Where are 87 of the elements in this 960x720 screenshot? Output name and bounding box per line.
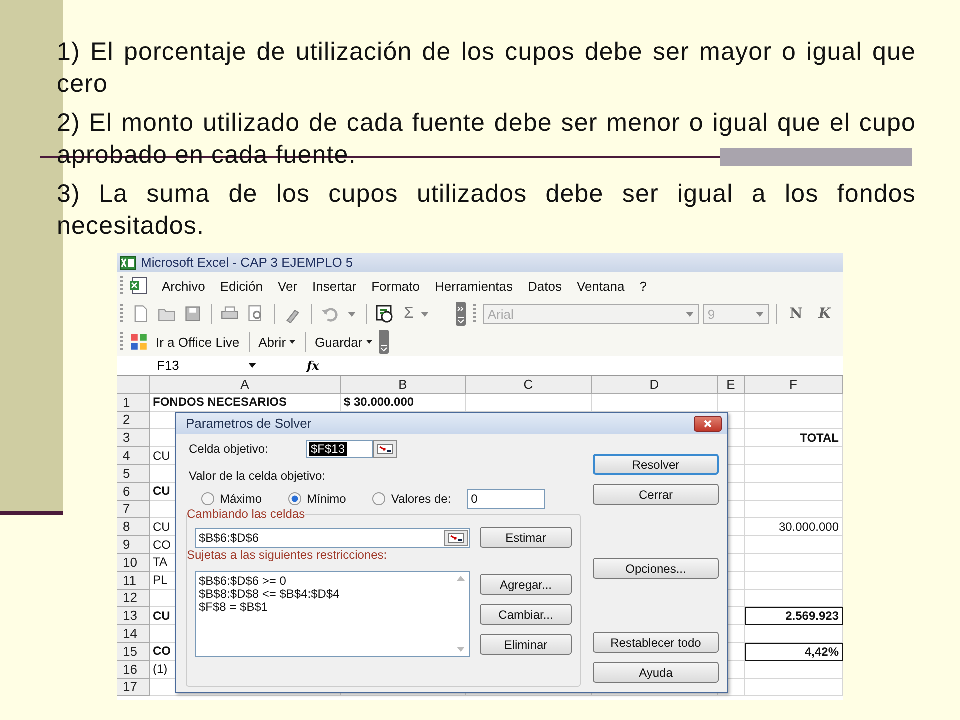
- autosum-button[interactable]: Σ: [404, 305, 414, 323]
- row-header[interactable]: 12: [117, 590, 150, 608]
- caret-icon[interactable]: [248, 363, 257, 368]
- italic-button[interactable]: K: [812, 306, 837, 322]
- menu-item[interactable]: Edición: [214, 278, 269, 294]
- constraint-list[interactable]: $B$6:$D$6 >= 0 $B$8:$D$8 <= $B$4:$D$4 $F$8 = $B$1: [195, 571, 470, 657]
- table-cell: 30.000.000: [745, 518, 843, 536]
- new-document-icon[interactable]: [132, 305, 150, 323]
- paragraph: 1) El porcentaje de utilización de los cupos debe ser mayor o igual que cero: [57, 37, 916, 100]
- link-button[interactable]: Ir a Office Live: [152, 334, 244, 350]
- menu-item[interactable]: Datos: [522, 278, 568, 294]
- input-field[interactable]: $B$6:$D$6: [195, 528, 470, 548]
- name-box[interactable]: F13: [157, 358, 257, 373]
- bold-button[interactable]: N: [784, 306, 809, 322]
- action-button[interactable]: Cerrar: [593, 484, 719, 505]
- menu-item[interactable]: Herramientas: [429, 278, 520, 294]
- input-field[interactable]: 0: [467, 489, 546, 509]
- row-header[interactable]: 16: [117, 660, 150, 679]
- radio-selected-icon[interactable]: [288, 492, 302, 506]
- action-button[interactable]: Opciones...: [593, 558, 719, 579]
- row-header[interactable]: 14: [117, 625, 150, 643]
- column-header[interactable]: A: [150, 376, 341, 394]
- scroll-down-icon[interactable]: [457, 647, 465, 652]
- select-all-button[interactable]: [117, 376, 150, 394]
- action-button[interactable]: Cambiar...: [480, 604, 572, 625]
- row-header[interactable]: 5: [117, 464, 150, 483]
- action-button[interactable]: Agregar...: [480, 574, 572, 595]
- row-header[interactable]: 8: [117, 518, 150, 536]
- radio-icon[interactable]: [372, 492, 386, 506]
- range-picker-button[interactable]: [444, 530, 468, 546]
- menu-button[interactable]: Abrir: [254, 334, 300, 350]
- toolbar-options-icon[interactable]: [378, 330, 389, 354]
- function-label[interactable]: fx: [307, 358, 320, 372]
- range-picker-icon: [448, 532, 464, 542]
- column-header[interactable]: C: [466, 376, 592, 394]
- list-item[interactable]: $B$8:$D$8 <= $B$4:$D$4: [199, 588, 450, 601]
- row-header[interactable]: 11: [117, 572, 150, 590]
- row-header[interactable]: 9: [117, 536, 150, 554]
- row-header[interactable]: 4: [117, 447, 150, 465]
- window-title: Microsoft Excel - CAP 3 EJEMPLO 5: [141, 255, 354, 270]
- caret-icon: [289, 340, 296, 344]
- table-cell: TOTAL: [745, 429, 843, 448]
- column-header[interactable]: E: [718, 376, 745, 394]
- row-header[interactable]: 17: [117, 678, 150, 696]
- row-header[interactable]: 3: [117, 429, 150, 448]
- radio-icon[interactable]: [201, 492, 215, 506]
- column-header[interactable]: B: [341, 376, 466, 394]
- menu-item[interactable]: Insertar: [306, 278, 363, 294]
- group-label: Cambiando las celdas: [187, 507, 306, 521]
- row-header[interactable]: 15: [117, 642, 150, 661]
- radio-option[interactable]: Valores de:: [372, 492, 452, 506]
- paragraph: 3) La suma de los cupos utilizados debe ser igual a los fondos necesitados.: [57, 179, 916, 242]
- field-label: Valor de la celda objetivo:: [189, 469, 327, 483]
- row-header[interactable]: 1: [117, 394, 150, 412]
- menu-item[interactable]: Ver: [272, 278, 304, 294]
- caret-icon: [366, 340, 373, 344]
- row-header[interactable]: 13: [117, 607, 150, 626]
- action-button[interactable]: Ayuda: [593, 662, 719, 683]
- office-live-icon[interactable]: [130, 333, 148, 351]
- close-icon: [703, 418, 713, 428]
- guess-button[interactable]: Estimar: [480, 527, 572, 548]
- toolbar-options-icon[interactable]: [456, 302, 466, 326]
- scroll-up-icon[interactable]: [457, 576, 465, 581]
- spreadsheet-icon: [129, 277, 149, 295]
- table-cell: 2.569.923: [745, 607, 843, 626]
- spreadsheet-icon: [120, 256, 136, 270]
- menu-item[interactable]: Archivo: [156, 278, 212, 294]
- column-header[interactable]: F: [745, 376, 843, 394]
- input-field[interactable]: $F$13: [306, 440, 373, 458]
- menu-button[interactable]: Guardar: [311, 334, 377, 350]
- close-button[interactable]: [694, 416, 722, 432]
- action-button[interactable]: Resolver: [593, 454, 719, 475]
- solver-icon[interactable]: [376, 305, 394, 323]
- action-button[interactable]: Eliminar: [480, 634, 572, 655]
- action-button[interactable]: Restablecer todo: [593, 632, 719, 653]
- row-header[interactable]: 7: [117, 500, 150, 518]
- save-icon[interactable]: [184, 305, 202, 323]
- menu-item[interactable]: Formato: [366, 278, 426, 294]
- menu-item[interactable]: ?: [634, 278, 653, 294]
- row-header[interactable]: 6: [117, 482, 150, 501]
- range-picker-icon: [377, 444, 393, 454]
- row-header[interactable]: 2: [117, 412, 150, 430]
- row-header[interactable]: 10: [117, 554, 150, 572]
- menu-item[interactable]: Ventana: [571, 278, 631, 294]
- table-cell: 4,42%: [745, 642, 843, 661]
- dialog-title: Parametros de Solver: [186, 416, 312, 431]
- column-header[interactable]: D: [592, 376, 718, 394]
